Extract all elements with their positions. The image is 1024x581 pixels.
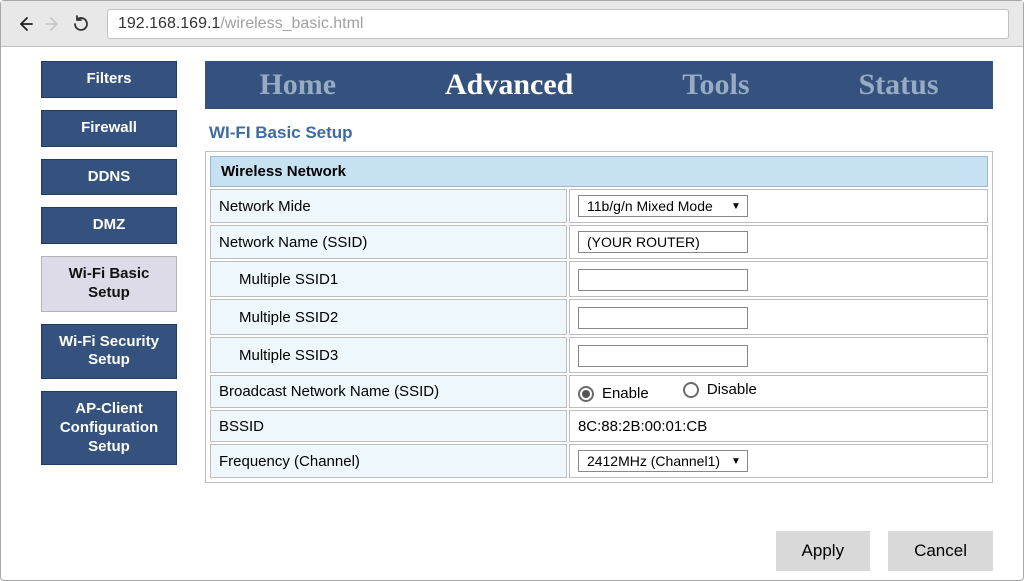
network-mode-select[interactable]: 11b/g/n Mixed Mode ▼: [578, 195, 748, 217]
topnav-status[interactable]: Status: [858, 68, 938, 102]
sidebar-item-label: Firewall: [81, 119, 137, 138]
sidebar-item-filters[interactable]: Filters: [41, 61, 177, 98]
topnav-item-label: Advanced: [445, 68, 573, 101]
main-content: Home Advanced Tools Status WI-FI Basic S…: [205, 61, 993, 581]
ssid-label: Network Name (SSID): [210, 225, 567, 259]
ssid-input[interactable]: (YOUR ROUTER): [578, 231, 748, 253]
reload-icon: [72, 15, 90, 33]
reload-button[interactable]: [71, 14, 91, 34]
topnav-item-label: Status: [858, 68, 938, 101]
wireless-network-table: Wireless Network Network Mide 11b/g/n Mi…: [208, 154, 990, 480]
sidebar-item-label: AP-Client Configuration Setup: [46, 400, 172, 456]
arrow-left-icon: [17, 16, 33, 32]
section-title: WI-FI Basic Setup: [209, 123, 993, 143]
sidebar-item-wifi-basic-setup[interactable]: Wi-Fi Basic Setup: [41, 256, 177, 312]
broadcast-enable-radio[interactable]: Enable: [578, 385, 649, 402]
mssid1-label: Multiple SSID1: [210, 261, 567, 297]
bssid-value: 8C:88:2B:00:01:CB: [569, 410, 988, 442]
button-label: Cancel: [914, 541, 967, 560]
arrow-right-icon: [45, 16, 61, 32]
broadcast-disable-radio[interactable]: Disable: [683, 381, 757, 398]
button-label: Apply: [802, 541, 845, 560]
input-value: (YOUR ROUTER): [587, 234, 700, 250]
sidebar: Filters Firewall DDNS DMZ Wi-Fi Basic Se…: [41, 61, 177, 581]
sidebar-item-label: DDNS: [88, 168, 131, 187]
topnav: Home Advanced Tools Status: [205, 61, 993, 109]
chevron-down-icon: ▼: [731, 456, 741, 467]
topnav-tools[interactable]: Tools: [682, 68, 749, 102]
frequency-label: Frequency (Channel): [210, 444, 567, 478]
forward-button[interactable]: [43, 14, 63, 34]
mssid2-input[interactable]: [578, 307, 748, 329]
sidebar-item-label: DMZ: [93, 216, 126, 235]
select-value: 11b/g/n Mixed Mode: [587, 198, 713, 214]
sidebar-item-ap-client-config-setup[interactable]: AP-Client Configuration Setup: [41, 391, 177, 465]
frequency-select[interactable]: 2412MHz (Channel1) ▼: [578, 450, 748, 472]
radio-icon: [683, 382, 699, 398]
sidebar-item-wifi-security-setup[interactable]: Wi-Fi Security Setup: [41, 324, 177, 380]
mssid1-input[interactable]: [578, 269, 748, 291]
apply-button[interactable]: Apply: [776, 531, 871, 571]
topnav-home[interactable]: Home: [259, 68, 336, 102]
network-mode-label: Network Mide: [210, 189, 567, 223]
table-header: Wireless Network: [210, 156, 988, 187]
sidebar-item-ddns[interactable]: DDNS: [41, 159, 177, 196]
topnav-advanced[interactable]: Advanced: [445, 68, 573, 102]
browser-toolbar: 192.168.169.1/wireless_basic.html: [1, 1, 1023, 47]
bssid-label: BSSID: [210, 410, 567, 442]
sidebar-item-dmz[interactable]: DMZ: [41, 207, 177, 244]
select-value: 2412MHz (Channel1): [587, 453, 720, 469]
mssid3-input[interactable]: [578, 345, 748, 367]
topnav-item-label: Tools: [682, 68, 749, 101]
url-path: /wireless_basic.html: [220, 15, 363, 33]
action-buttons: Apply Cancel: [205, 531, 993, 571]
back-button[interactable]: [15, 14, 35, 34]
cancel-button[interactable]: Cancel: [888, 531, 993, 571]
radio-label: Enable: [602, 385, 649, 402]
url-host: 192.168.169.1: [118, 15, 220, 33]
radio-icon: [578, 386, 594, 402]
topnav-item-label: Home: [259, 68, 336, 101]
sidebar-item-label: Wi-Fi Basic Setup: [46, 265, 172, 303]
mssid3-label: Multiple SSID3: [210, 337, 567, 373]
sidebar-item-label: Wi-Fi Security Setup: [46, 333, 172, 371]
mssid2-label: Multiple SSID2: [210, 299, 567, 335]
url-bar[interactable]: 192.168.169.1/wireless_basic.html: [107, 9, 1009, 39]
sidebar-item-label: Filters: [86, 70, 131, 89]
chevron-down-icon: ▼: [731, 201, 741, 212]
sidebar-item-firewall[interactable]: Firewall: [41, 110, 177, 147]
broadcast-label: Broadcast Network Name (SSID): [210, 375, 567, 408]
wireless-network-panel: Wireless Network Network Mide 11b/g/n Mi…: [205, 151, 993, 483]
radio-label: Disable: [707, 381, 757, 398]
